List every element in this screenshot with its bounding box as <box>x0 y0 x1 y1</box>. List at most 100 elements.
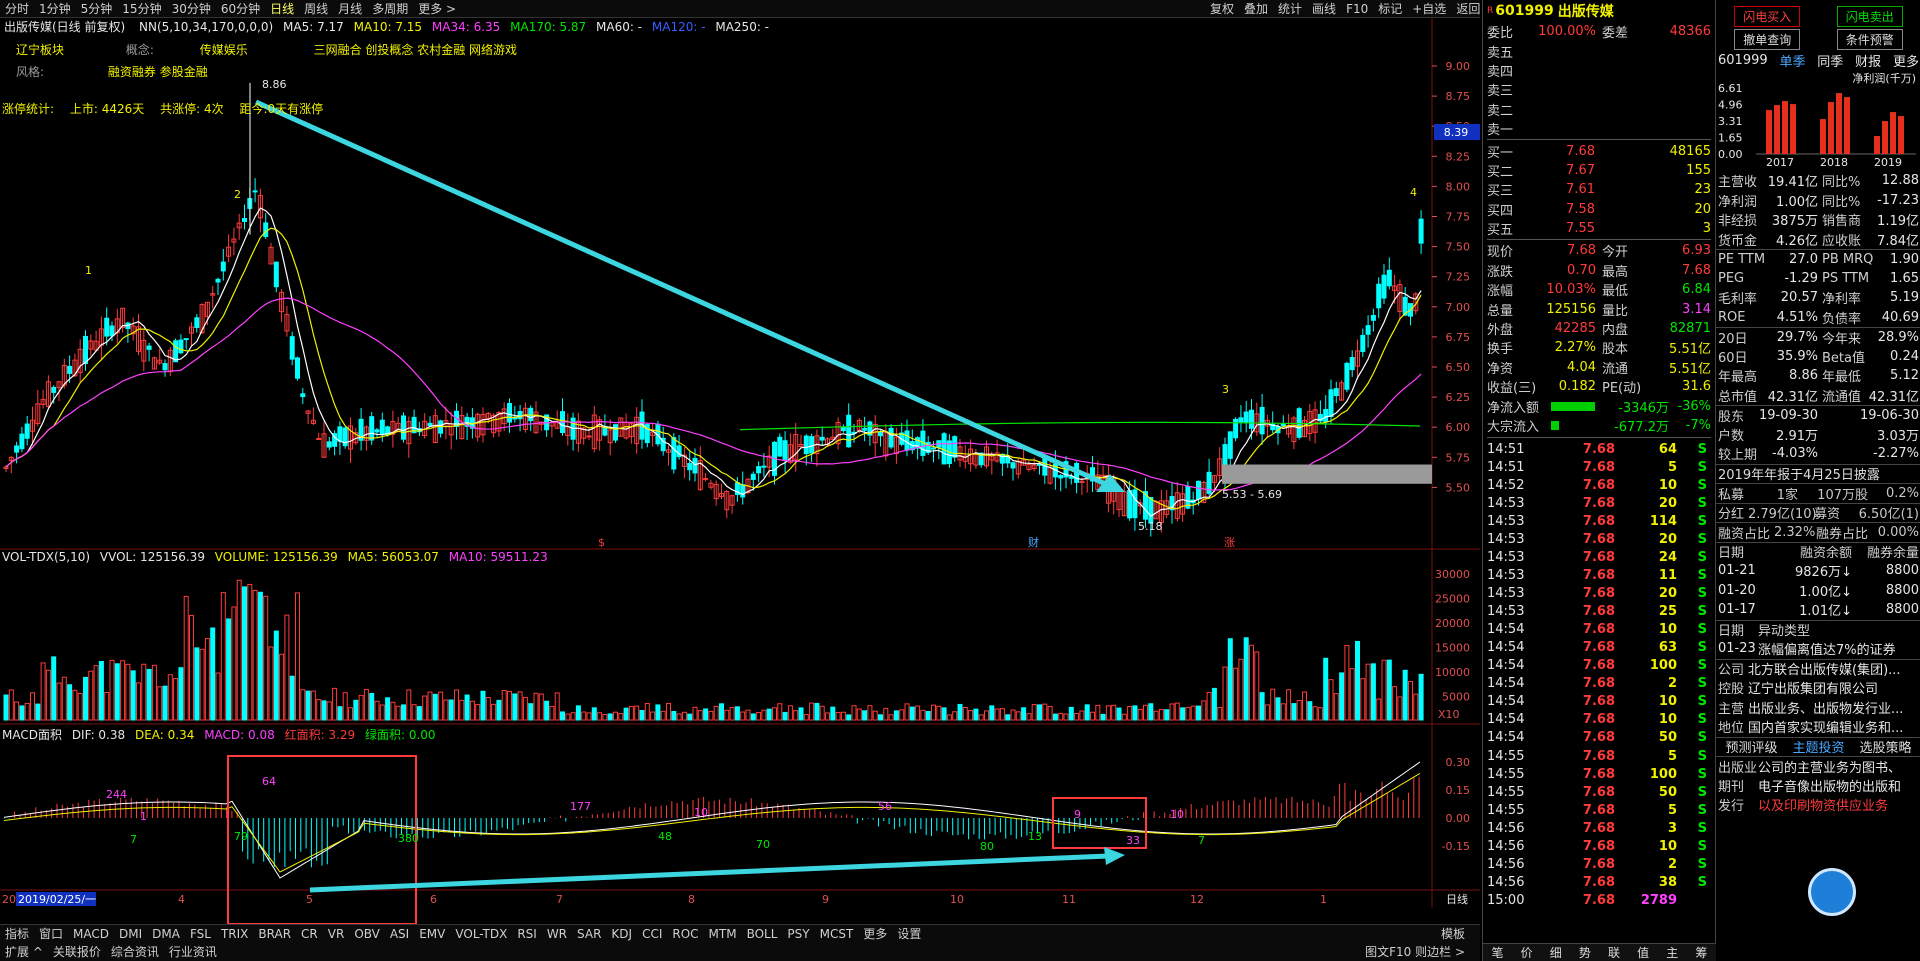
trade-ticks[interactable]: 14:51 7.68 64 S 14:51 7.68 5 S 14:52 7.68 10 S 14:53… <box>1483 440 1715 909</box>
tool-0[interactable]: 复权 <box>1205 0 1239 18</box>
tool-5[interactable]: 标记 <box>1373 0 1407 18</box>
event-marker[interactable]: 涨 <box>1224 536 1235 549</box>
style-value[interactable]: 融资融券 参股金融 <box>108 65 208 79</box>
ext-tab-0[interactable]: 扩展 ^ <box>0 943 48 961</box>
period-tab-5[interactable]: 60分钟 <box>216 0 265 18</box>
buy-level-0[interactable]: 买一 7.68 48165 <box>1487 141 1711 161</box>
indicator-tab-15[interactable]: WR <box>542 925 572 943</box>
indicator-tab-5[interactable]: FSL <box>185 925 216 943</box>
sell-level-2[interactable]: 卖三 <box>1487 80 1711 99</box>
indicator-tab-25[interactable]: 设置 <box>892 925 926 943</box>
quote-tab-7[interactable]: 筹 <box>1695 944 1707 961</box>
event-marker[interactable]: 财 <box>1028 535 1039 549</box>
indicator-tab-4[interactable]: DMA <box>147 925 185 943</box>
period-tab-6[interactable]: 日线 <box>265 0 299 18</box>
indicator-tab-22[interactable]: PSY <box>782 925 814 943</box>
indicator-tab-16[interactable]: SAR <box>572 925 606 943</box>
indicator-tab-11[interactable]: ASI <box>385 925 414 943</box>
quote-tab-0[interactable]: 笔 <box>1492 944 1504 961</box>
buy-level-4[interactable]: 买五 7.55 3 <box>1487 219 1711 238</box>
concept-value[interactable]: 传媒娱乐 <box>200 43 248 57</box>
sell-level-1[interactable]: 卖四 <box>1487 61 1711 80</box>
assistant-icon[interactable] <box>1808 868 1856 916</box>
ext-tab-3[interactable]: 行业资讯 <box>164 943 222 961</box>
quote-tab-5[interactable]: 值 <box>1637 944 1649 961</box>
tool-4[interactable]: F10 <box>1341 0 1373 18</box>
sell-level-4[interactable]: 卖一 <box>1487 119 1711 138</box>
period-tab-1[interactable]: 1分钟 <box>34 0 76 18</box>
period-tab-9[interactable]: 多周期 <box>367 0 413 18</box>
buy-level-1[interactable]: 买二 7.67 155 <box>1487 161 1711 180</box>
volume-bar <box>464 694 470 721</box>
buy-level-3[interactable]: 买四 7.58 20 <box>1487 200 1711 219</box>
period-tab-3[interactable]: 15分钟 <box>117 0 166 18</box>
macd-header: MACD面积 DIF: 0.38 DEA: 0.34 MACD: 0.08 红面… <box>2 726 436 743</box>
rating-tab-2[interactable]: 选股策略 <box>1859 737 1911 756</box>
period-tab-7[interactable]: 周线 <box>299 0 333 18</box>
period-tab-2[interactable]: 5分钟 <box>76 0 118 18</box>
indicator-tab-3[interactable]: DMI <box>114 925 147 943</box>
ext-tab-2[interactable]: 综合资讯 <box>106 943 164 961</box>
flash-sell-button[interactable]: 闪电卖出 <box>1836 5 1903 27</box>
indicator-tab-1[interactable]: 窗口 <box>34 925 68 943</box>
tool-1[interactable]: 叠加 <box>1239 0 1273 18</box>
quote-tab-4[interactable]: 联 <box>1608 944 1620 961</box>
sector-label[interactable]: 辽宁板块 <box>16 43 64 57</box>
flash-buy-button[interactable]: 闪电买入 <box>1734 5 1801 27</box>
indicator-tab-7[interactable]: BRAR <box>253 925 296 943</box>
concepts-list[interactable]: 三网融合 创投概念 农村金融 网络游戏 <box>314 43 517 57</box>
indicator-tab-12[interactable]: EMV <box>414 925 450 943</box>
buy-level-2[interactable]: 买三 7.61 23 <box>1487 180 1711 199</box>
tool-3[interactable]: 画线 <box>1307 0 1341 18</box>
indicator-tab-17[interactable]: KDJ <box>606 925 637 943</box>
indicator-tab-8[interactable]: CR <box>296 925 323 943</box>
event-marker[interactable]: $ <box>598 536 605 549</box>
quote-tab-3[interactable]: 势 <box>1579 944 1591 961</box>
buy-qty: 20 <box>1694 201 1711 217</box>
indicator-tab-14[interactable]: RSI <box>512 925 542 943</box>
indicator-tab-13[interactable]: VOL-TDX <box>450 925 512 943</box>
tab-more[interactable]: 更多 <box>1893 51 1919 70</box>
indicator-tab-2[interactable]: MACD <box>68 925 114 943</box>
quote-tab-2[interactable]: 细 <box>1550 944 1562 961</box>
indicator-tab-24[interactable]: 更多 <box>858 925 892 943</box>
kline-chart[interactable]: 9.008.758.508.258.007.757.507.257.006.75… <box>0 18 1480 924</box>
sell-level-0[interactable]: 卖五 <box>1487 41 1711 61</box>
stat-row-2-value2: 6.84 <box>1682 282 1711 298</box>
rating-tab-1[interactable]: 主题投资 <box>1792 737 1844 756</box>
trade-s: S <box>1697 658 1707 674</box>
tool-2[interactable]: 统计 <box>1273 0 1307 18</box>
stat-row-3-value: 125156 <box>1546 301 1596 317</box>
condition-alert-button[interactable]: 条件预警 <box>1836 28 1903 50</box>
rating-tab-0[interactable]: 预测评级 <box>1725 737 1777 756</box>
indicator-tab-19[interactable]: ROC <box>667 925 703 943</box>
trade-row: 14:54 7.68 63 S <box>1487 639 1711 657</box>
tool-6[interactable]: +自选 <box>1407 0 1451 18</box>
f10-sidebar-toggle[interactable]: 图文F10 则边栏 > <box>1360 943 1470 961</box>
tool-7[interactable]: 返回 <box>1451 0 1485 18</box>
ext-tab-1[interactable]: 关联报价 <box>48 943 106 961</box>
indicator-tab-10[interactable]: OBV <box>349 925 385 943</box>
period-tab-0[interactable]: 分时 <box>0 0 34 18</box>
template-button[interactable]: 模板 <box>1436 925 1470 943</box>
macd-title[interactable]: MACD面积 <box>2 728 62 742</box>
indicator-tab-6[interactable]: TRIX <box>216 925 253 943</box>
period-tab-4[interactable]: 30分钟 <box>167 0 216 18</box>
indicator-tab-20[interactable]: MTM <box>704 925 742 943</box>
tab-same-quarter[interactable]: 同季 <box>1817 51 1843 70</box>
volume-title[interactable]: VOL-TDX(5,10) <box>2 550 90 564</box>
quote-tab-1[interactable]: 价 <box>1521 944 1533 961</box>
cancel-query-button[interactable]: 撤单查询 <box>1734 28 1801 50</box>
tab-financial-report[interactable]: 财报 <box>1855 51 1881 70</box>
indicator-tab-18[interactable]: CCI <box>637 925 667 943</box>
volume-bar <box>1132 705 1138 721</box>
quote-tab-6[interactable]: 主 <box>1666 944 1678 961</box>
indicator-tab-21[interactable]: BOLL <box>742 925 783 943</box>
indicator-tab-23[interactable]: MCST <box>815 925 859 943</box>
sell-level-3[interactable]: 卖二 <box>1487 100 1711 119</box>
indicator-tab-0[interactable]: 指标 <box>0 925 34 943</box>
period-tab-8[interactable]: 月线 <box>333 0 367 18</box>
tab-single-quarter[interactable]: 单季 <box>1779 51 1805 70</box>
period-tab-10[interactable]: 更多 > <box>413 0 461 18</box>
indicator-tab-9[interactable]: VR <box>323 925 350 943</box>
